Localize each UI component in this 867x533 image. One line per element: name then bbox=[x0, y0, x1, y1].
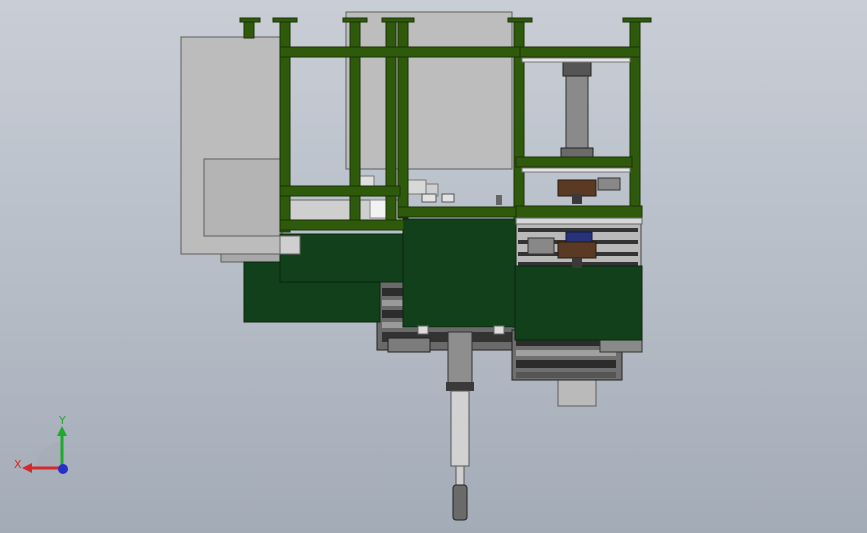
machine-assembly bbox=[180, 11, 652, 521]
model-viewport[interactable] bbox=[0, 0, 867, 533]
left-grey-inset bbox=[203, 158, 283, 237]
right-rail-top bbox=[521, 57, 631, 63]
axis-triad: Y X bbox=[14, 414, 68, 474]
right-rail-mid bbox=[521, 167, 631, 173]
z-axis-dot bbox=[58, 464, 68, 474]
x-axis-label: X bbox=[14, 458, 22, 471]
y-axis-arrow bbox=[57, 426, 67, 436]
x-axis-arrow bbox=[22, 463, 32, 473]
y-axis-label: Y bbox=[58, 414, 66, 427]
right-rail-low bbox=[515, 217, 643, 225]
lift-cylinder bbox=[446, 331, 474, 521]
left-grey-foot bbox=[220, 253, 282, 263]
center-grey-panel bbox=[345, 11, 513, 170]
